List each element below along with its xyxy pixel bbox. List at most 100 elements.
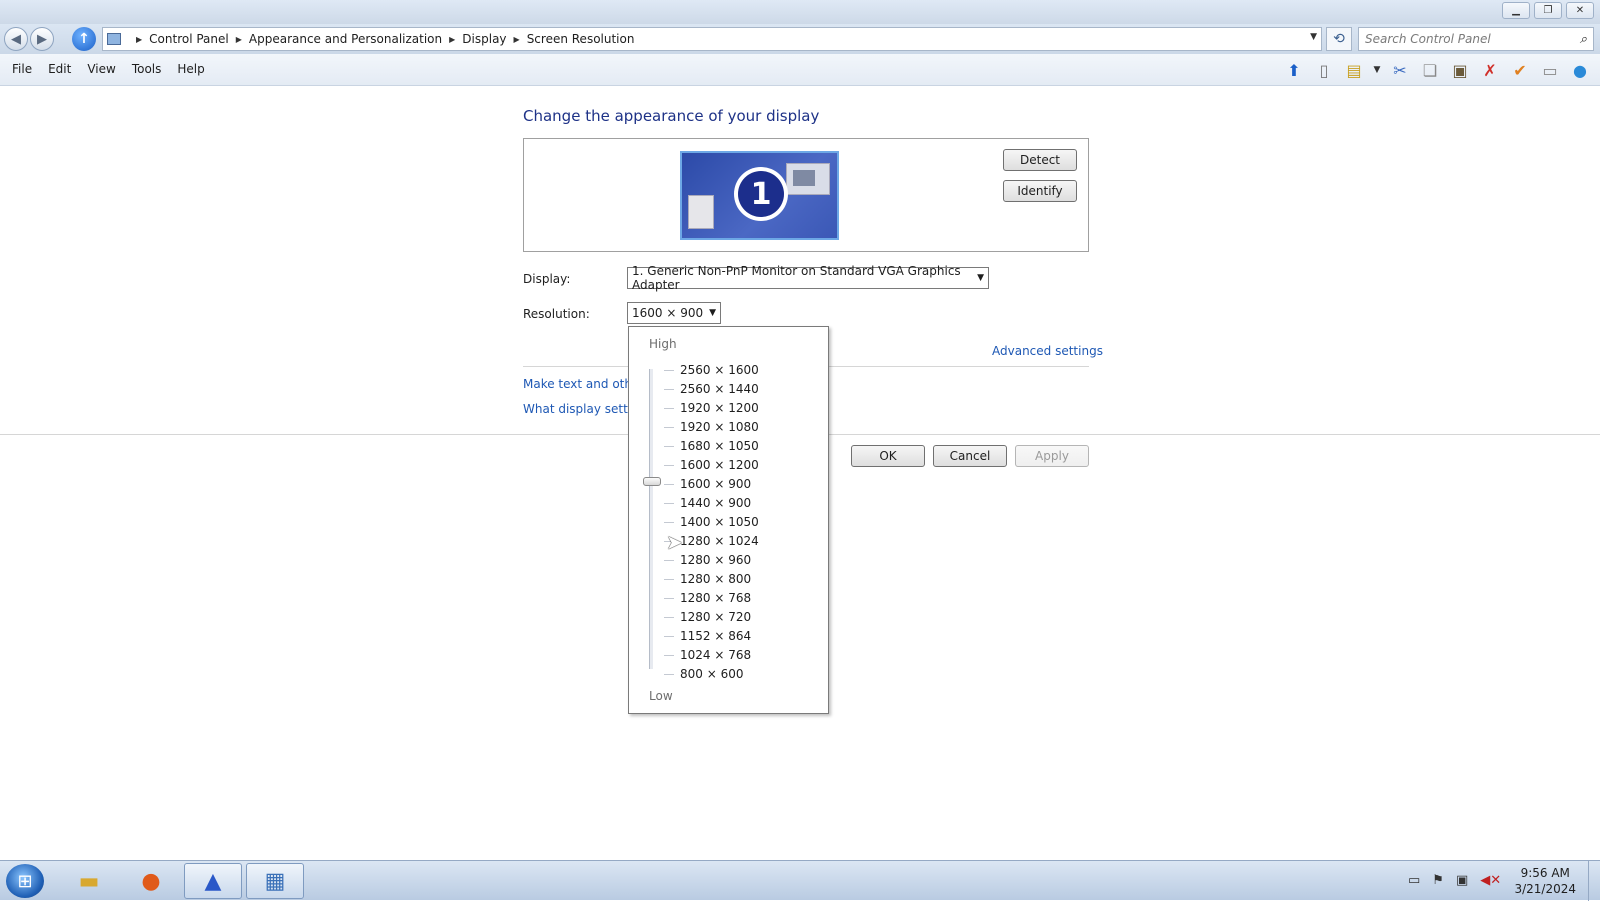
minimize-button[interactable]: ▁ <box>1502 2 1530 19</box>
restore-icon: ❐ <box>1543 5 1553 16</box>
resolution-select[interactable]: 1600 × 900 ▼ <box>627 302 721 324</box>
search-input[interactable]: Search Control Panel ⌕ <box>1358 27 1594 51</box>
refresh-icon: ⟲ <box>1333 31 1345 47</box>
keyboard-icon[interactable]: ▭ <box>1408 873 1420 888</box>
breadcrumb-screen-resolution[interactable]: Screen Resolution <box>527 32 635 46</box>
menu-tools[interactable]: Tools <box>124 62 170 76</box>
chevron-down-icon: ▼ <box>709 308 716 318</box>
mouse-cursor-icon: ➤ <box>666 530 683 554</box>
taskbar-control-panel[interactable]: ▦ <box>246 863 304 899</box>
windows-logo-icon: ⊞ <box>17 870 33 892</box>
up-level-icon[interactable]: ⬆ <box>1282 58 1306 82</box>
clock-date: 3/21/2024 <box>1514 882 1576 896</box>
resolution-slider-thumb[interactable] <box>643 477 661 486</box>
menu-view[interactable]: View <box>79 62 123 76</box>
clock-time: 9:56 AM <box>1520 866 1570 880</box>
identify-button[interactable]: Identify <box>1003 180 1077 202</box>
resolution-option[interactable]: 1280 × 768 <box>664 589 759 608</box>
resolution-option[interactable]: 1152 × 864 <box>664 627 759 646</box>
address-bar[interactable]: ▶ Control Panel ▶ Appearance and Persona… <box>102 27 1322 51</box>
breadcrumb-separator-icon[interactable]: ▶ <box>449 35 455 44</box>
menu-file[interactable]: File <box>4 62 40 76</box>
apply-button[interactable]: Apply <box>1015 445 1089 467</box>
options-dropdown-icon[interactable]: ▼ <box>1372 58 1382 82</box>
cancel-button[interactable]: Cancel <box>933 445 1007 467</box>
resolution-option[interactable]: 1920 × 1200 <box>664 399 759 418</box>
taskbar-app-sail[interactable]: ▲ <box>184 863 242 899</box>
copy-icon[interactable]: ❏ <box>1418 58 1442 82</box>
resolution-option[interactable]: 1400 × 1050 <box>664 513 759 532</box>
resolution-option[interactable]: 2560 × 1440 <box>664 380 759 399</box>
sail-app-icon: ▲ <box>204 868 222 894</box>
advanced-settings-link[interactable]: Advanced settings <box>992 344 1103 358</box>
menu-bar: File Edit View Tools Help ⬆ ▯ ▤ ▼ ✂ ❏ ▣ … <box>0 54 1600 86</box>
monitor-preview-panel: 1 Detect Identify <box>523 138 1089 252</box>
close-button[interactable]: ✕ <box>1566 2 1594 19</box>
page-title: Change the appearance of your display <box>523 107 820 125</box>
taskbar-explorer[interactable]: ▬ <box>60 863 118 899</box>
back-button[interactable]: ◀ <box>4 27 28 51</box>
breadcrumb-separator-icon[interactable]: ▶ <box>236 35 242 44</box>
ok-button[interactable]: OK <box>851 445 925 467</box>
delete-icon[interactable]: ✗ <box>1478 58 1502 82</box>
address-dropdown-icon[interactable]: ▼ <box>1310 32 1317 42</box>
paste-icon[interactable]: ▣ <box>1448 58 1472 82</box>
panel-toggle-icon[interactable]: ▯ <box>1312 58 1336 82</box>
resolution-option[interactable]: 1600 × 1200 <box>664 456 759 475</box>
chevron-down-icon: ▼ <box>977 273 984 283</box>
display-select-value: 1. Generic Non-PnP Monitor on Standard V… <box>632 264 961 292</box>
title-bar: ▁ ❐ ✕ <box>0 0 1600 24</box>
properties-icon[interactable]: ▭ <box>1538 58 1562 82</box>
breadcrumb-appearance[interactable]: Appearance and Personalization <box>249 32 442 46</box>
up-button[interactable]: ↑ <box>72 27 96 51</box>
globe-icon[interactable]: ● <box>1568 58 1592 82</box>
monitor-1[interactable]: 1 <box>680 151 839 240</box>
forward-arrow-icon: ▶ <box>37 31 47 47</box>
resolution-option[interactable]: 1280 × 960 <box>664 551 759 570</box>
resolution-option[interactable]: 2560 × 1600 <box>664 361 759 380</box>
monitor-number: 1 <box>738 171 784 217</box>
detect-button[interactable]: Detect <box>1003 149 1077 171</box>
resolution-option[interactable]: 1680 × 1050 <box>664 437 759 456</box>
resolution-label: Resolution: <box>523 307 590 321</box>
taskbar: ⊞ ▬ ● ▲ ▦ ▭ ⚑ ▣ ◀✕ 9:56 AM 3/21/2024 <box>0 860 1600 901</box>
address-row: ◀ ▶ ↑ ▶ Control Panel ▶ Appearance and P… <box>0 24 1600 54</box>
text-size-link[interactable]: Make text and other <box>523 377 644 391</box>
clock[interactable]: 9:56 AM 3/21/2024 <box>1514 865 1576 897</box>
volume-muted-icon[interactable]: ◀✕ <box>1480 873 1501 888</box>
start-button[interactable]: ⊞ <box>6 864 44 898</box>
back-arrow-icon: ◀ <box>11 31 21 47</box>
resolution-option[interactable]: 1440 × 900 <box>664 494 759 513</box>
menu-help[interactable]: Help <box>169 62 212 76</box>
resolution-option[interactable]: 1280 × 1024 <box>664 532 759 551</box>
cut-icon[interactable]: ✂ <box>1388 58 1412 82</box>
restore-button[interactable]: ❐ <box>1534 2 1562 19</box>
forward-button[interactable]: ▶ <box>30 27 54 51</box>
menu-edit[interactable]: Edit <box>40 62 79 76</box>
taskbar-firefox[interactable]: ● <box>122 863 180 899</box>
display-select[interactable]: 1. Generic Non-PnP Monitor on Standard V… <box>627 264 989 292</box>
system-tray: ▭ ⚑ ▣ ◀✕ <box>1408 873 1501 888</box>
flag-icon[interactable]: ⚑ <box>1432 873 1444 888</box>
refresh-button[interactable]: ⟲ <box>1326 27 1352 51</box>
breadcrumb: Control Panel ▶ Appearance and Personali… <box>149 32 634 46</box>
breadcrumb-separator-icon: ▶ <box>136 34 143 44</box>
resolution-option[interactable]: 1280 × 720 <box>664 608 759 627</box>
resolution-option[interactable]: 1920 × 1080 <box>664 418 759 437</box>
resolution-option-selected[interactable]: 1600 × 900 <box>664 475 759 494</box>
display-label: Display: <box>523 272 571 286</box>
resolution-option[interactable]: 1280 × 800 <box>664 570 759 589</box>
monitor-number-badge: 1 <box>734 167 788 221</box>
breadcrumb-display[interactable]: Display <box>462 32 506 46</box>
resolution-slider-track[interactable] <box>649 369 653 669</box>
resolution-option[interactable]: 1024 × 768 <box>664 646 759 665</box>
search-icon[interactable]: ⌕ <box>1580 32 1587 47</box>
breadcrumb-control-panel[interactable]: Control Panel <box>149 32 229 46</box>
breadcrumb-separator-icon[interactable]: ▶ <box>514 35 520 44</box>
show-desktop-button[interactable] <box>1588 861 1600 901</box>
checkmark-icon[interactable]: ✔ <box>1508 58 1532 82</box>
control-panel-icon: ▦ <box>264 868 286 894</box>
network-icon[interactable]: ▣ <box>1456 873 1468 888</box>
folder-options-icon[interactable]: ▤ <box>1342 58 1366 82</box>
resolution-option[interactable]: 800 × 600 <box>664 665 759 684</box>
